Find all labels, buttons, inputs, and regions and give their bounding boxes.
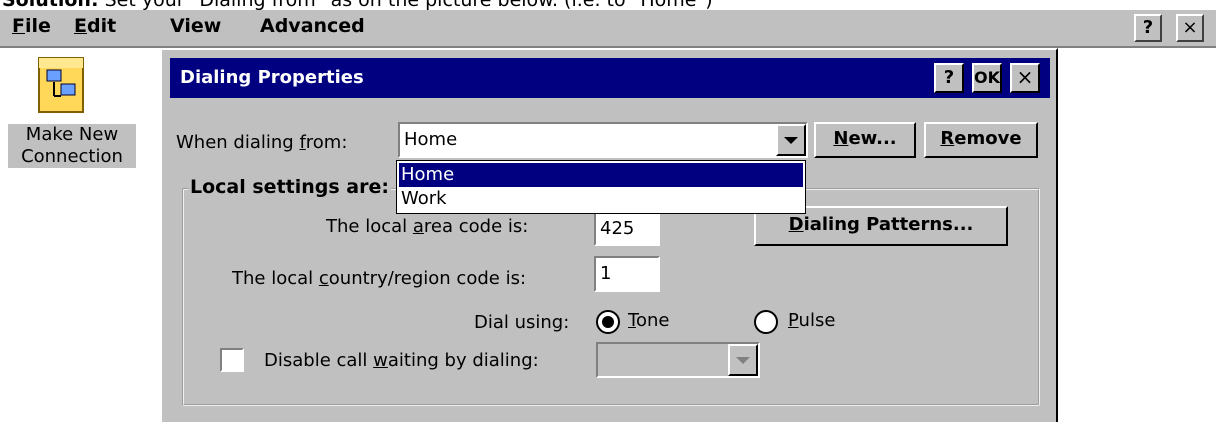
icon-label-line1: Make New (25, 124, 119, 145)
dialing-from-value: Home (404, 129, 458, 150)
dialing-from-dropdown-list: Home Work (396, 160, 806, 214)
dialog-help-button[interactable]: ? (934, 63, 964, 93)
tone-radio[interactable] (596, 310, 620, 334)
dialing-from-combobox[interactable]: Home (398, 122, 808, 158)
menu-file[interactable]: File (12, 15, 51, 37)
dial-using-label: Dial using: (474, 312, 570, 333)
chevron-down-icon[interactable] (728, 344, 758, 376)
dropdown-option-work[interactable]: Work (399, 187, 803, 211)
menu-edit[interactable]: Edit (74, 15, 116, 37)
dialog-close-button[interactable]: × (1010, 63, 1040, 93)
call-waiting-label: Disable call waiting by dialing: (264, 350, 539, 371)
pulse-radio[interactable] (754, 310, 778, 334)
network-connection-icon[interactable] (37, 56, 87, 114)
radio-selected-dot (602, 316, 614, 328)
local-settings-title: Local settings are: (188, 176, 391, 198)
dropdown-option-home[interactable]: Home (399, 163, 803, 187)
call-waiting-checkbox[interactable] (220, 348, 244, 372)
country-code-label: The local country/region code is: (232, 268, 527, 289)
dialog-titlebar[interactable]: Dialing Properties ? OK × (170, 58, 1050, 98)
dialog-title: Dialing Properties (180, 67, 364, 88)
area-code-input[interactable]: 425 (594, 212, 660, 246)
dialing-properties-dialog: Dialing Properties ? OK × When dialing f… (160, 48, 1058, 422)
call-waiting-combobox[interactable] (596, 342, 760, 378)
app-close-button[interactable]: × (1176, 14, 1204, 42)
chevron-down-icon[interactable] (776, 124, 806, 156)
new-location-button[interactable]: New... (814, 122, 916, 158)
make-new-connection-label[interactable]: Make New Connection (8, 124, 136, 168)
country-code-input[interactable]: 1 (594, 256, 660, 292)
dialog-ok-button[interactable]: OK (972, 63, 1002, 93)
dialing-from-label: When dialing from: (176, 132, 348, 153)
area-code-label: The local area code is: (326, 216, 529, 237)
menu-view[interactable]: View (170, 15, 221, 37)
app-menubar: File Edit View Advanced ? × (0, 10, 1216, 48)
menu-advanced[interactable]: Advanced (260, 15, 365, 37)
icon-label-line2: Connection (21, 146, 123, 167)
tone-label: Tone (628, 310, 670, 331)
pulse-label: Pulse (788, 310, 836, 331)
app-help-button[interactable]: ? (1134, 14, 1162, 42)
remove-location-button[interactable]: Remove (924, 122, 1038, 158)
